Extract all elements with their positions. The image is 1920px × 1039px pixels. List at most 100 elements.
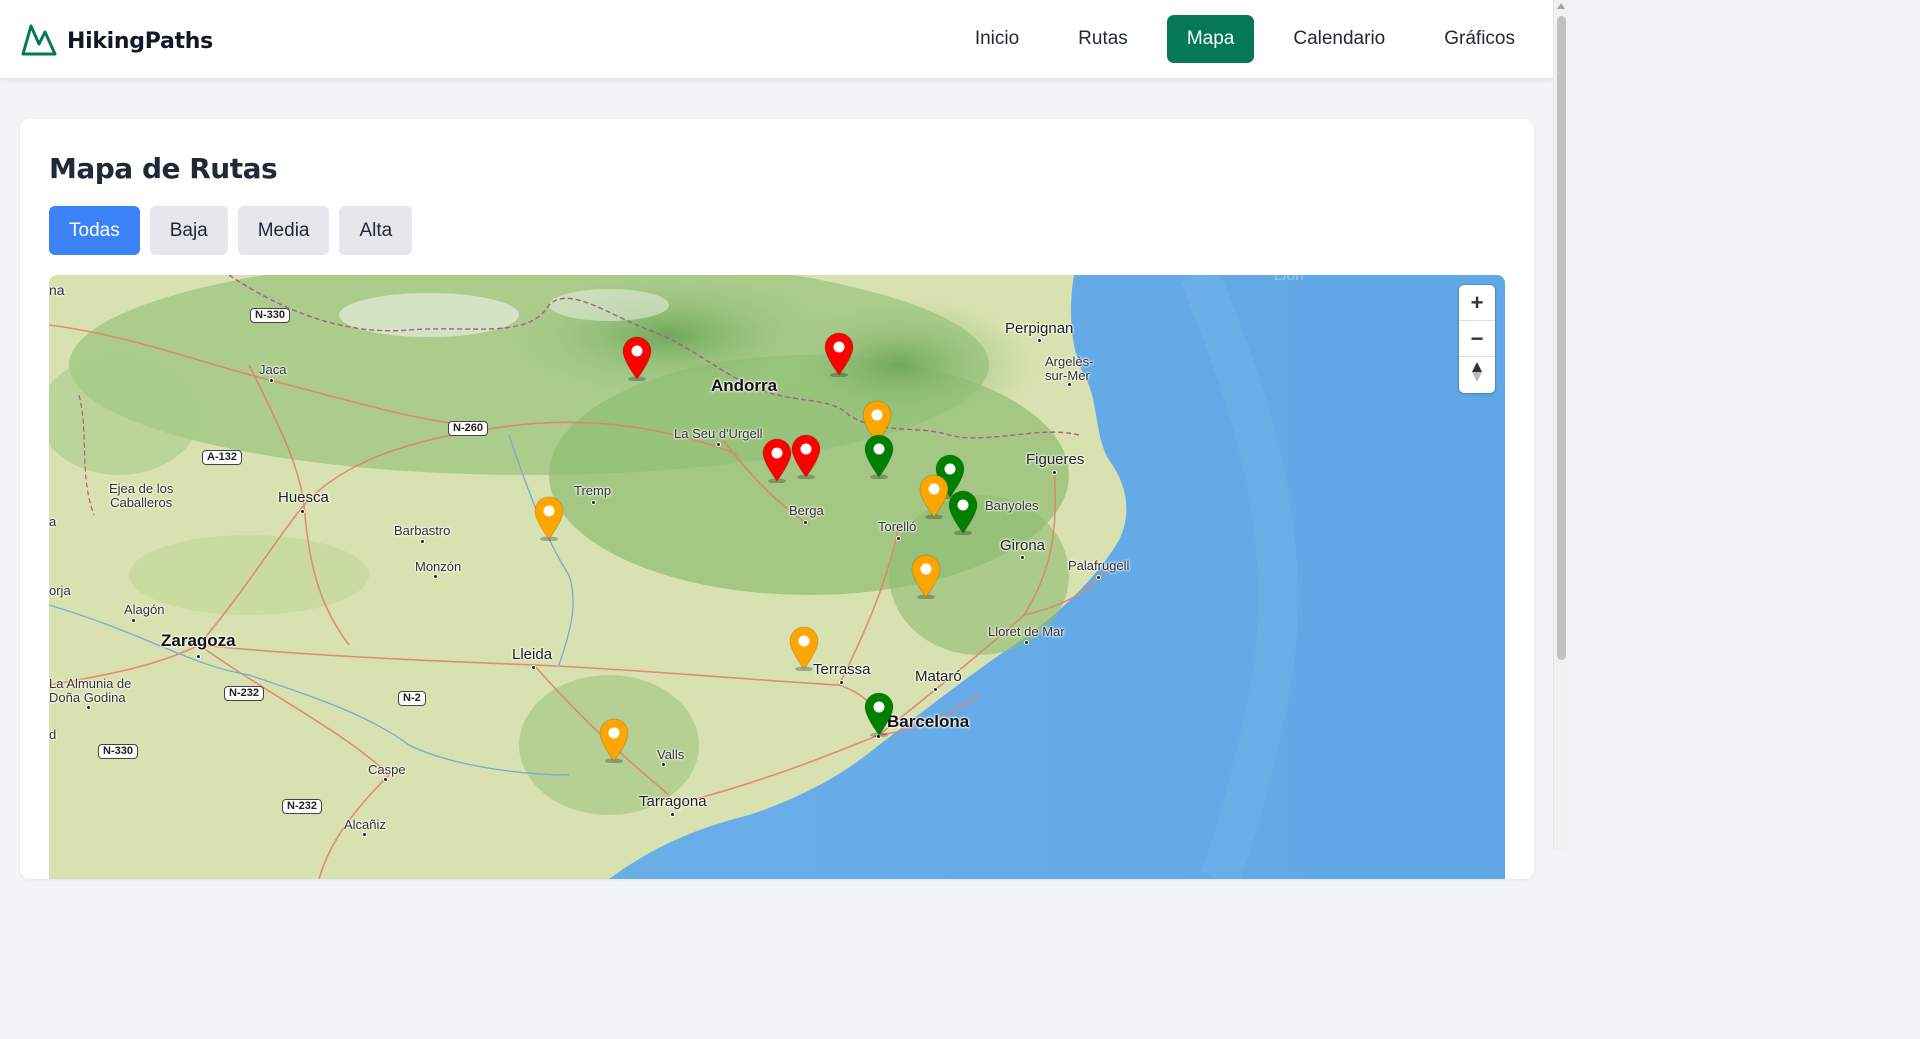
compass-icon [1471,361,1483,389]
route-marker-media[interactable] [533,495,565,542]
route-marker-media[interactable] [910,553,942,600]
label-edge-a: a [49,514,57,529]
label-girona: Girona [1000,537,1046,554]
city-dot [433,574,438,579]
label-berga: Berga [789,503,824,518]
road-shield: A-132 [202,450,242,465]
zoom-out-button[interactable]: − [1459,321,1495,357]
label-edge-d: d [49,727,57,742]
route-marker-baja[interactable] [863,691,895,738]
nav-inicio[interactable]: Inicio [955,15,1039,63]
route-marker-media[interactable] [788,625,820,672]
label-lleida: Lleida [512,646,553,663]
label-barcelona: Barcelona [887,712,970,731]
road-shield: N-330 [250,308,290,323]
label-edge-na: na [49,282,65,298]
city-dot [1037,338,1042,343]
route-marker-alta[interactable] [790,433,822,480]
city-dot [716,442,721,447]
label-almunia: La Almunia de Doña Godina [49,676,132,706]
city-dot [803,520,808,525]
label-palafrugell: Palafrugell [1068,558,1130,573]
label-seu: La Seu d'Urgell [674,426,763,441]
route-map[interactable]: Lion na a orja d Perpignan Argelès- sur-… [49,275,1505,879]
nav-mapa[interactable]: Mapa [1166,15,1255,63]
road-shield: N-260 [448,421,488,436]
city-dot [86,705,91,710]
nav-rutas[interactable]: Rutas [1058,15,1148,63]
road-shield: N-232 [224,686,264,701]
city-dot [269,378,274,383]
nav-calendario[interactable]: Calendario [1273,15,1405,63]
city-dot [896,536,901,541]
city-dot [839,680,844,685]
label-lion: Lion [1274,275,1305,284]
label-torello: Torelló [878,519,917,534]
route-marker-media[interactable] [918,473,950,520]
city-dot [1052,470,1057,475]
compass-button[interactable] [1459,357,1495,393]
label-alagon: Alagón [124,602,165,617]
city-dot [1024,640,1029,645]
route-marker-media[interactable] [598,717,630,764]
city-dot [1096,575,1101,580]
label-banyoles: Banyoles [985,498,1039,513]
label-figueres: Figueres [1026,451,1085,468]
scroll-thumb[interactable] [1557,16,1566,660]
brand-name: HikingPaths [67,29,213,54]
city-dot [661,762,666,767]
map-card: Mapa de Rutas Todas Baja Media Alta Lion… [20,119,1534,879]
label-barbastro: Barbastro [394,523,451,538]
map-controls: + − [1459,285,1495,393]
page-title: Mapa de Rutas [49,152,278,185]
label-lloret: Lloret de Mar [988,624,1065,639]
label-andorra: Andorra [711,376,778,395]
brand[interactable]: HikingPaths [21,22,213,61]
city-dot [300,509,305,514]
city-dot [531,665,536,670]
label-tarragona: Tarragona [639,793,707,810]
city-dot [670,812,675,817]
route-marker-baja[interactable] [863,433,895,480]
route-marker-alta[interactable] [761,437,793,484]
filter-baja[interactable]: Baja [149,206,228,255]
filter-media[interactable]: Media [237,206,330,255]
city-dot [420,539,425,544]
city-dot [362,832,367,837]
city-dot [196,654,201,659]
page-scrollbar[interactable] [1553,0,1568,849]
label-caspe: Caspe [368,762,406,777]
route-marker-baja[interactable] [947,489,979,536]
label-terrassa: Terrassa [813,661,871,678]
route-marker-alta[interactable] [823,331,855,378]
city-dot [1020,555,1025,560]
top-navbar: HikingPaths Inicio Rutas Mapa Calendario… [0,0,1553,78]
difficulty-filters: Todas Baja Media Alta [49,206,413,255]
main-nav: Inicio Rutas Mapa Calendario Gráficos [936,15,1535,63]
zoom-in-button[interactable]: + [1459,285,1495,321]
scroll-up-arrow[interactable] [1557,3,1565,9]
label-monzon: Monzón [415,559,462,574]
label-perpignan: Perpignan [1005,320,1074,337]
nav-graficos[interactable]: Gráficos [1424,15,1535,63]
label-alcaniz: Alcañiz [344,817,386,832]
city-dot [591,500,596,505]
label-huesca: Huesca [278,489,329,506]
label-tremp: Tremp [574,483,612,498]
label-valls: Valls [657,747,685,762]
city-dot [1067,382,1072,387]
label-mataro: Mataró [915,668,962,685]
city-dot [131,618,136,623]
filter-alta[interactable]: Alta [339,206,413,255]
city-dot [383,777,388,782]
label-edge-orja: orja [49,583,71,598]
label-argeles: Argelès- sur-Mer [1045,354,1094,384]
filter-todas[interactable]: Todas [49,206,140,255]
route-marker-alta[interactable] [621,335,653,382]
label-zaragoza: Zaragoza [161,631,236,650]
city-dot [933,687,938,692]
label-jaca: Jaca [259,362,287,377]
label-ejea: Ejea de los Caballeros [109,481,174,511]
mountain-icon [21,22,57,61]
road-shield: N-2 [398,691,426,706]
